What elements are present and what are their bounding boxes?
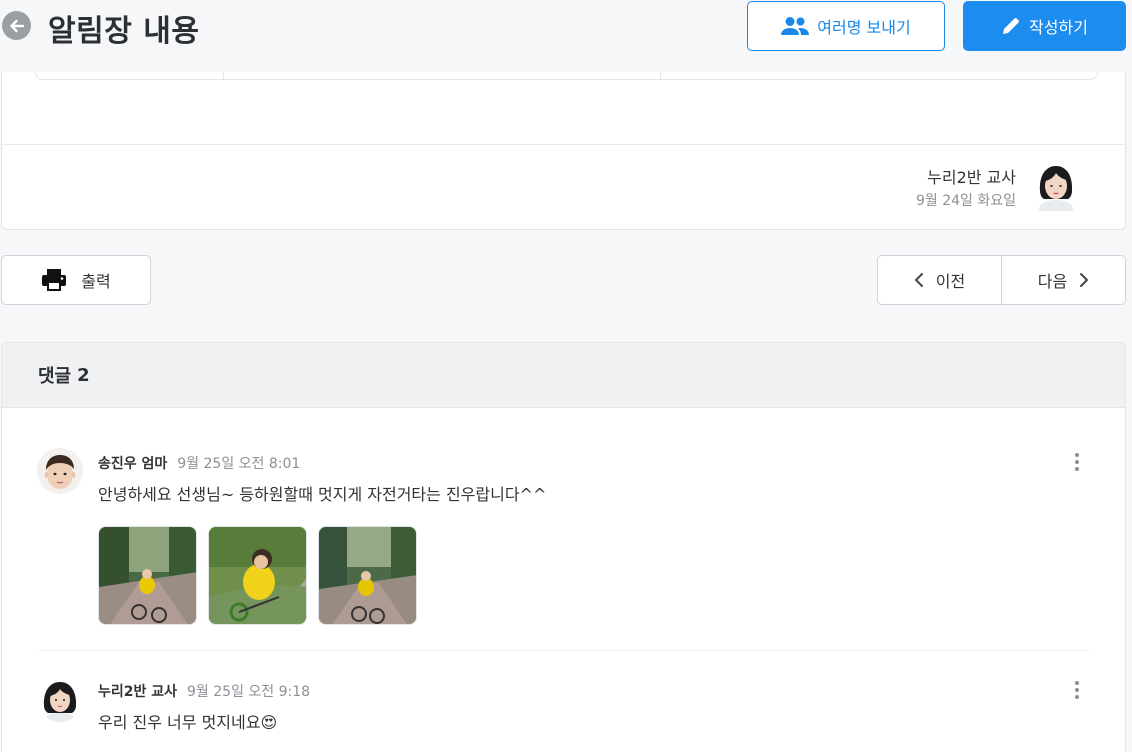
comment-author-name: 송진우 엄마 xyxy=(98,456,168,472)
prev-button[interactable]: 이전 xyxy=(878,256,1001,304)
child-avatar xyxy=(37,448,83,494)
people-icon xyxy=(781,17,810,35)
page-title: 알림장 내용 xyxy=(48,14,200,49)
dot-icon xyxy=(1075,467,1079,471)
dot-icon xyxy=(1075,460,1079,464)
print-button[interactable]: 출력 xyxy=(1,255,151,305)
comment-text: 우리 진우 너무 멋지네요😍 xyxy=(98,709,277,733)
multi-send-button[interactable]: 여러명 보내기 xyxy=(747,1,945,51)
write-label: 작성하기 xyxy=(1029,18,1088,37)
comments-header: 댓글 2 xyxy=(2,343,1125,408)
arrow-left-icon xyxy=(9,19,24,32)
comments-count: 2 xyxy=(77,364,90,386)
next-button[interactable]: 다음 xyxy=(1001,256,1125,304)
comment-photos xyxy=(98,526,417,625)
more-options-button[interactable] xyxy=(1069,678,1085,702)
comment-time: 9월 25일 오전 8:01 xyxy=(177,456,301,472)
photo-thumbnail[interactable] xyxy=(208,526,307,625)
comment-author: 누리2반 교사 9월 25일 오전 9:18 xyxy=(98,681,310,701)
post-pager: 이전 다음 xyxy=(877,255,1126,305)
comments-section: 댓글 2 송진우 엄마 9월 25일 오전 8:01 안녕하세요 선생님~ 등하원… xyxy=(1,342,1126,752)
next-label: 다음 xyxy=(1037,272,1068,291)
dot-icon xyxy=(1075,695,1079,699)
photo-thumbnail[interactable] xyxy=(318,526,417,625)
chevron-right-icon xyxy=(1080,273,1089,287)
photo-thumbnail[interactable] xyxy=(98,526,197,625)
heart-eyes-emoji-icon: 😍 xyxy=(260,713,278,732)
comment-text: 안녕하세요 선생님~ 등하원할때 멋지게 자전거타는 진우랍니다^^ xyxy=(98,485,547,504)
bike-photo xyxy=(99,527,196,624)
bike-photo xyxy=(209,527,306,624)
teacher-avatar xyxy=(1034,161,1078,211)
print-label: 출력 xyxy=(81,272,111,291)
multi-send-label: 여러명 보내기 xyxy=(817,18,911,37)
printer-icon xyxy=(42,269,67,291)
bike-photo xyxy=(319,527,416,624)
more-options-button[interactable] xyxy=(1069,450,1085,474)
pencil-icon xyxy=(1003,18,1019,34)
prev-label: 이전 xyxy=(935,272,966,291)
dot-icon xyxy=(1075,688,1079,692)
notice-card: 누리2반 교사 9월 24일 화요일 xyxy=(1,60,1126,230)
comment-text-body: 우리 진우 너무 멋지네요 xyxy=(98,713,261,732)
chevron-left-icon xyxy=(914,273,923,287)
dot-icon xyxy=(1075,681,1079,685)
notice-date: 9월 24일 화요일 xyxy=(915,193,1016,209)
avatar xyxy=(37,676,83,722)
page-header: 알림장 내용 여러명 보내기 작성하기 xyxy=(0,0,1132,72)
divider xyxy=(2,144,1125,145)
comment-time: 9월 25일 오전 9:18 xyxy=(187,684,311,700)
back-button[interactable] xyxy=(2,11,31,40)
teacher-avatar xyxy=(37,676,83,722)
author-name: 누리2반 교사 xyxy=(927,168,1016,187)
write-button[interactable]: 작성하기 xyxy=(963,1,1126,51)
comment-divider xyxy=(38,650,1090,651)
comments-header-label: 댓글 xyxy=(38,366,72,387)
dot-icon xyxy=(1075,453,1079,457)
comment-author: 송진우 엄마 9월 25일 오전 8:01 xyxy=(98,453,300,473)
comment-author-name: 누리2반 교사 xyxy=(98,684,178,700)
avatar xyxy=(37,448,83,494)
